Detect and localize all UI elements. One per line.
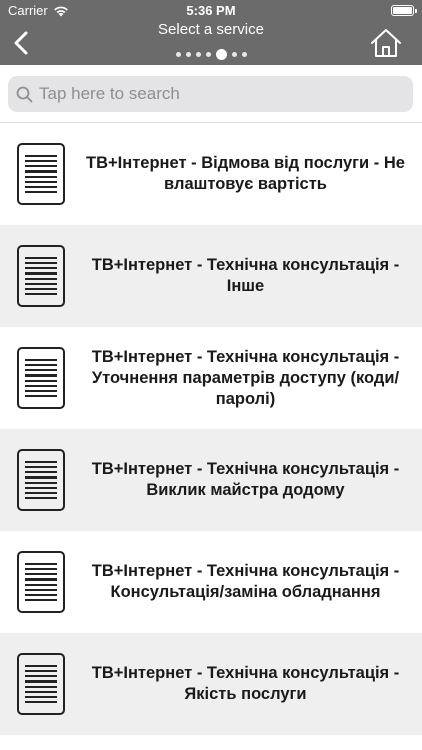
page-title: Select a service [158, 21, 264, 38]
document-icon [17, 449, 65, 511]
list-item[interactable]: ТВ+Інтернет - Технічна консультація - Як… [0, 633, 422, 735]
list-item[interactable]: ТВ+Інтернет - Технічна консультація - Ко… [0, 531, 422, 633]
list-item[interactable]: ТВ+Інтернет - Технічна консультація - Ви… [0, 429, 422, 531]
list-item[interactable]: ТВ+Інтернет - Технічна консультація - Ут… [0, 327, 422, 429]
list-item[interactable]: ТВ+Інтернет - Відмова від послуги - Не в… [0, 123, 422, 225]
page-dot[interactable] [241, 52, 247, 57]
page-indicator[interactable] [0, 49, 422, 60]
status-time: 5:36 PM [186, 3, 236, 18]
document-icon [17, 245, 65, 307]
list-item-label: ТВ+Інтернет - Відмова від послуги - Не в… [86, 154, 405, 193]
document-icon [17, 551, 65, 613]
page-dot[interactable] [205, 52, 211, 57]
page-dot-active[interactable] [215, 49, 227, 60]
search-input[interactable] [39, 84, 389, 104]
list-item-label: ТВ+Інтернет - Технічна консультація - Ко… [91, 562, 400, 601]
list-item-label: ТВ+Інтернет - Технічна консультація - Як… [91, 664, 400, 703]
search-bar[interactable] [8, 76, 413, 112]
page-dot[interactable] [185, 52, 191, 57]
document-icon [17, 347, 65, 409]
list-item-label: ТВ+Інтернет - Технічна консультація - Ут… [91, 347, 400, 408]
page-dot[interactable] [195, 52, 201, 57]
status-bar: Carrier 5:36 PM [0, 0, 422, 22]
page-dot[interactable] [175, 52, 181, 57]
document-icon [17, 653, 65, 715]
page-dot[interactable] [231, 52, 237, 57]
list-item-label: ТВ+Інтернет - Технічна консультація - Ви… [91, 460, 400, 499]
list-item-label: ТВ+Інтернет - Технічна консультація - Ін… [91, 256, 400, 295]
battery-level [393, 7, 412, 14]
battery-icon [391, 5, 417, 16]
list-item[interactable]: ТВ+Інтернет - Технічна консультація - Ін… [0, 225, 422, 327]
navigation-header: Carrier 5:36 PM Select a service [0, 0, 422, 65]
document-icon [17, 143, 65, 205]
search-icon [16, 86, 33, 102]
battery-nub [415, 9, 417, 13]
service-list: ТВ+Інтернет - Відмова від послуги - Не в… [0, 123, 422, 735]
search-bar-container [0, 65, 422, 123]
